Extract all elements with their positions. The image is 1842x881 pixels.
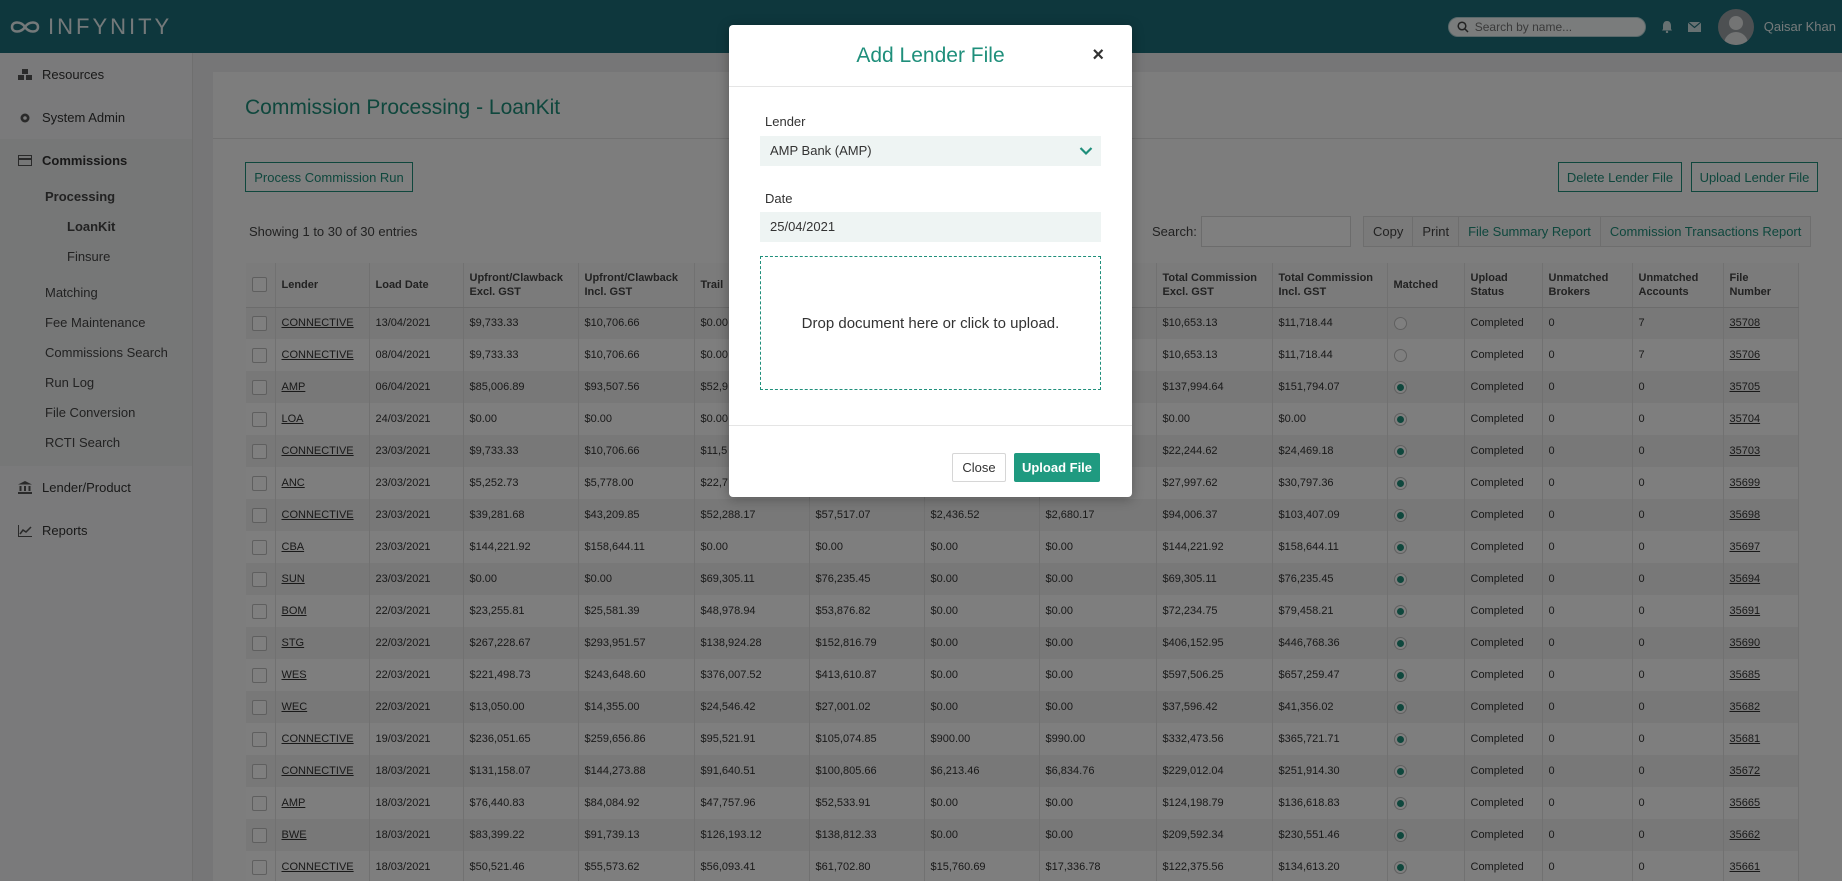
close-icon[interactable]: × [1092,44,1104,67]
lender-select-value: AMP Bank (AMP) [770,143,872,158]
modal-header: Add Lender File × [729,25,1132,87]
date-input[interactable]: 25/04/2021 [760,212,1101,242]
upload-file-button[interactable]: Upload File [1014,453,1100,482]
add-lender-file-modal: Add Lender File × Lender AMP Bank (AMP) … [729,25,1132,497]
modal-footer-divider [729,425,1132,426]
file-dropzone[interactable]: Drop document here or click to upload. [760,256,1101,390]
chevron-down-icon [1079,147,1093,156]
lender-label: Lender [765,114,806,129]
lender-select[interactable]: AMP Bank (AMP) [760,136,1101,166]
close-button[interactable]: Close [952,453,1006,482]
date-label: Date [765,191,793,206]
modal-title: Add Lender File [856,44,1005,67]
